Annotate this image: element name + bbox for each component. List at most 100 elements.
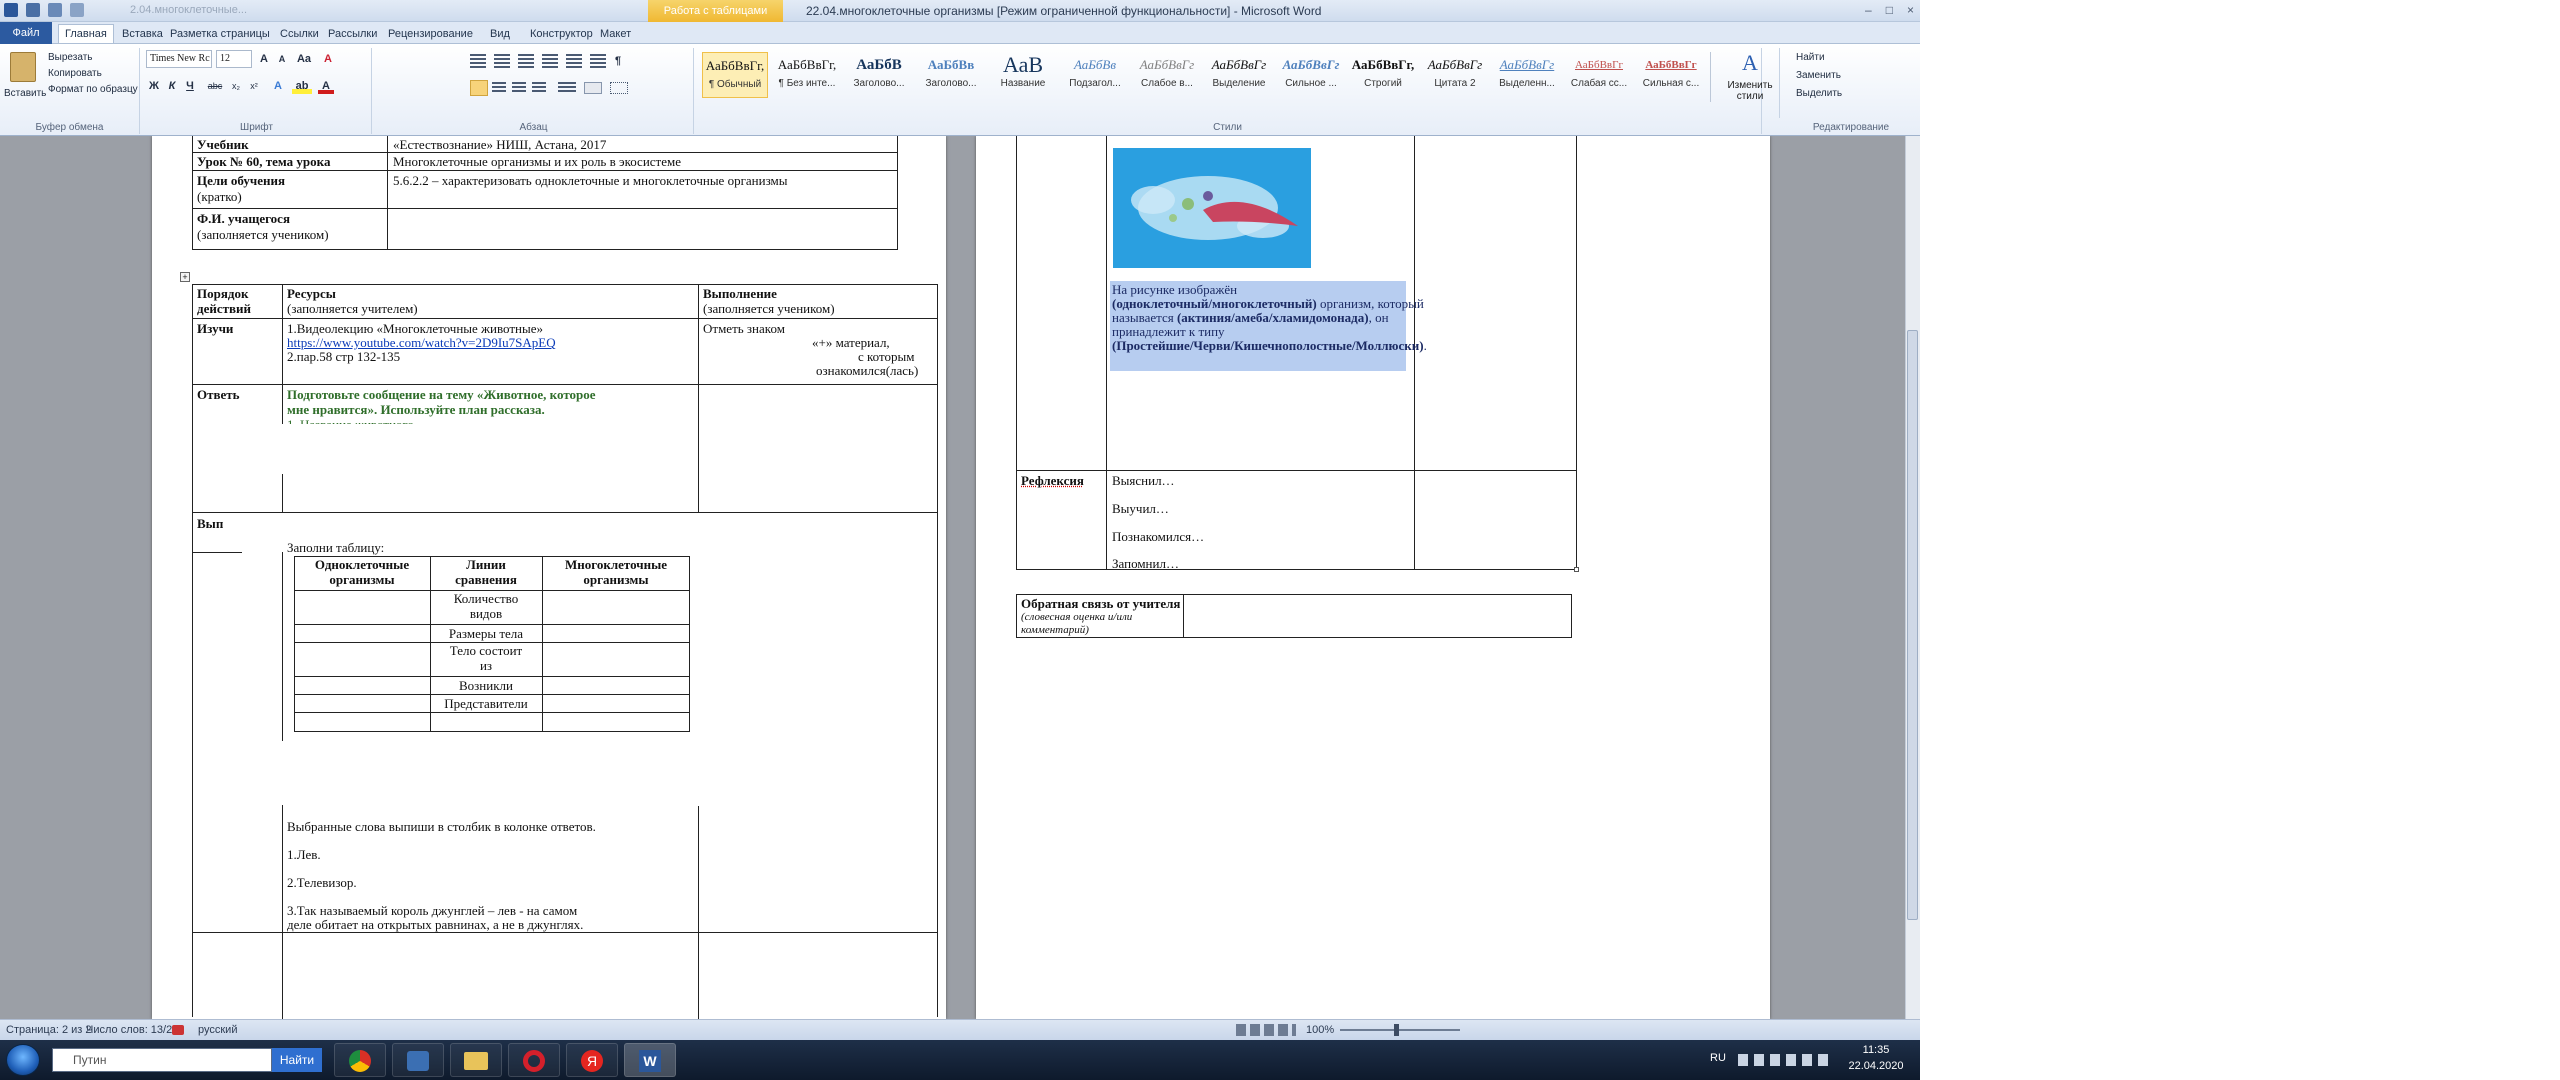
save-icon[interactable]	[26, 3, 40, 17]
word-app-icon[interactable]	[4, 3, 18, 17]
align-right-icon[interactable]	[512, 82, 526, 94]
replace-button[interactable]: Заменить	[1796, 70, 1841, 81]
redo-icon[interactable]	[70, 3, 84, 17]
style-item[interactable]: АаБбВв Подзагол...	[1062, 52, 1128, 98]
page-count[interactable]: Страница: 2 из 2	[6, 1024, 92, 1036]
chrome-taskbar-icon[interactable]	[334, 1043, 386, 1077]
justify-icon[interactable]	[532, 82, 546, 94]
align-center-icon[interactable]	[492, 82, 506, 94]
word-count[interactable]: Число слов: 13/238	[86, 1024, 184, 1036]
minimize-button[interactable]: –	[1865, 3, 1872, 17]
shrink-font-button[interactable]: A	[274, 51, 290, 67]
proofing-icon[interactable]	[172, 1025, 184, 1035]
font-color-button[interactable]: A	[318, 78, 334, 94]
grow-font-button[interactable]: A	[256, 51, 272, 67]
close-button[interactable]: ×	[1907, 3, 1914, 17]
align-left-icon[interactable]	[470, 80, 488, 96]
study-e4: ознакомился(лась)	[816, 363, 919, 378]
tab-references[interactable]: Ссылки	[274, 25, 325, 44]
decrease-indent-icon[interactable]	[542, 54, 558, 68]
view-buttons[interactable]	[1236, 1024, 1296, 1036]
font-size-combo[interactable]: 12	[216, 50, 252, 68]
cut-button[interactable]: Вырезать	[48, 52, 92, 63]
language-indicator[interactable]: русский	[198, 1024, 237, 1036]
table-move-handle[interactable]: +	[180, 272, 190, 282]
tab-mailings[interactable]: Рассылки	[322, 25, 383, 44]
copy-button[interactable]: Копировать	[48, 68, 102, 79]
style-item[interactable]: АаБбВвГг Сильная с...	[1638, 52, 1704, 98]
tab-design[interactable]: Конструктор	[524, 25, 599, 44]
bold-button[interactable]: Ж	[146, 78, 162, 94]
find-button[interactable]: Найти	[1796, 52, 1825, 63]
italic-button[interactable]: К	[164, 78, 180, 94]
style-item[interactable]: АаБбВв Заголово...	[918, 52, 984, 98]
explorer-taskbar-icon[interactable]	[450, 1043, 502, 1077]
zoom-slider-thumb[interactable]	[1394, 1024, 1399, 1036]
tab-layout[interactable]: Макет	[594, 25, 637, 44]
style-item[interactable]: АаВ Название	[990, 52, 1056, 98]
change-styles-button[interactable]: A Изменить стили	[1720, 48, 1780, 118]
style-item[interactable]: АаБбВвГг, Строгий	[1350, 52, 1416, 98]
tab-page-layout[interactable]: Разметка страницы	[164, 25, 276, 44]
style-preview: АаБбВвГг	[1645, 59, 1697, 71]
youtube-link[interactable]: https://www.youtube.com/watch?v=2D9Iu7SA…	[287, 335, 556, 350]
clock-time[interactable]: 11:35	[1846, 1044, 1906, 1056]
shading-icon[interactable]	[584, 82, 602, 94]
tab-view[interactable]: Вид	[484, 25, 516, 44]
search-button[interactable]: Найти	[272, 1048, 322, 1072]
tab-file[interactable]: Файл	[0, 22, 52, 44]
clock-date[interactable]: 22.04.2020	[1842, 1060, 1910, 1072]
style-item[interactable]: АаБбВ Заголово...	[846, 52, 912, 98]
style-item[interactable]: АаБбВвГг, ¶ Без инте...	[774, 52, 840, 98]
start-button[interactable]	[6, 1044, 40, 1076]
borders-icon[interactable]	[610, 82, 628, 94]
clear-format-button[interactable]: A	[320, 51, 336, 67]
multilevel-list-icon[interactable]	[518, 54, 534, 68]
zoom-level[interactable]: 100%	[1306, 1024, 1334, 1036]
search-input[interactable]: Путин	[52, 1048, 272, 1072]
change-case-button[interactable]: Aa	[294, 51, 314, 67]
sel-l3: называется (актиния/амеба/хламидомонада)…	[1112, 310, 1389, 325]
highlight-button[interactable]: ab	[292, 78, 312, 94]
word-taskbar-icon[interactable]: W	[624, 1043, 676, 1077]
font-name-combo[interactable]: Times New Rc	[146, 50, 212, 68]
style-item[interactable]: АаБбВвГг Выделение	[1206, 52, 1272, 98]
tab-review[interactable]: Рецензирование	[382, 25, 479, 44]
style-item[interactable]: АаБбВвГг Слабая сс...	[1566, 52, 1632, 98]
style-item[interactable]: АаБбВвГг Цитата 2	[1422, 52, 1488, 98]
undo-icon[interactable]	[48, 3, 62, 17]
opera-taskbar-icon[interactable]	[508, 1043, 560, 1077]
tray-icons[interactable]	[1738, 1054, 1828, 1066]
style-item[interactable]: АаБбВвГг, ¶ Обычный	[702, 52, 768, 98]
bullets-icon[interactable]	[470, 54, 486, 68]
underline-button[interactable]: Ч	[182, 78, 198, 94]
show-marks-button[interactable]: ¶	[610, 53, 626, 69]
scrollbar-thumb[interactable]	[1907, 330, 1918, 920]
paste-button[interactable]: Вставить	[4, 88, 46, 99]
select-button[interactable]: Выделить	[1796, 88, 1842, 99]
tab-insert[interactable]: Вставка	[116, 25, 169, 44]
yandex-taskbar-icon[interactable]: Я	[566, 1043, 618, 1077]
numbering-icon[interactable]	[494, 54, 510, 68]
subscript-button[interactable]: x₂	[228, 78, 244, 94]
format-painter-button[interactable]: Формат по образцу	[48, 84, 138, 95]
maximize-button[interactable]: □	[1886, 3, 1893, 17]
strikethrough-button[interactable]: abc	[204, 78, 226, 94]
sort-icon[interactable]	[590, 54, 606, 68]
style-item[interactable]: АаБбВвГг Выделенн...	[1494, 52, 1560, 98]
sel-l3c: , он	[1368, 310, 1389, 325]
reflex-b: Выучил…	[1112, 501, 1169, 516]
styles-scroll[interactable]	[1710, 52, 1720, 102]
line-spacing-icon[interactable]	[558, 82, 576, 94]
input-language[interactable]: RU	[1710, 1052, 1726, 1064]
superscript-button[interactable]: x²	[246, 78, 262, 94]
paste-icon[interactable]	[10, 52, 36, 82]
text-effects-button[interactable]: A	[270, 78, 286, 94]
tab-home[interactable]: Главная	[58, 24, 114, 43]
style-item[interactable]: АаБбВвГг Сильное ...	[1278, 52, 1344, 98]
table-resize-handle[interactable]	[1574, 567, 1579, 572]
zoom-slider[interactable]	[1340, 1029, 1460, 1031]
media-taskbar-icon[interactable]	[392, 1043, 444, 1077]
increase-indent-icon[interactable]	[566, 54, 582, 68]
style-item[interactable]: АаБбВвГг Слабое в...	[1134, 52, 1200, 98]
